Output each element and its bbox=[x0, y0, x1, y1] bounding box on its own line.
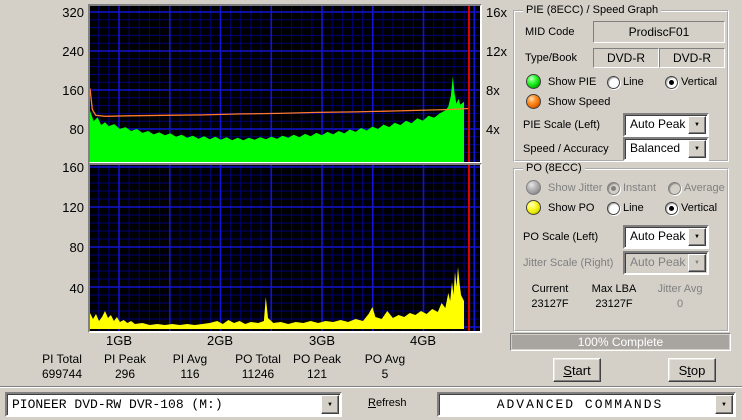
jitter-instant-label: Instant bbox=[623, 182, 657, 194]
show-pie-led-icon[interactable] bbox=[526, 74, 541, 89]
po-scale-dropdown-arrow-icon[interactable]: ▼ bbox=[688, 228, 706, 246]
po-ytick-80: 80 bbox=[69, 240, 84, 255]
show-speed-led-icon[interactable] bbox=[526, 94, 541, 109]
pie-speed-graph bbox=[88, 4, 482, 164]
start-button[interactable]: Start bbox=[553, 358, 601, 382]
stat-po-avg-value: 5 bbox=[381, 367, 389, 381]
advanced-commands-dropdown-arrow-icon[interactable]: ▼ bbox=[715, 395, 733, 414]
po-groupbox-title: PO (8ECC) bbox=[523, 162, 585, 174]
max-lba-label: Max LBA bbox=[591, 283, 637, 295]
drive-select-dropdown[interactable]: PIONEER DVD-RW DVR-108 (M:) ▼ bbox=[5, 392, 342, 417]
po-graph-canvas bbox=[90, 165, 480, 331]
pie-scale-dropdown-arrow-icon[interactable]: ▼ bbox=[688, 116, 706, 134]
pie-groupbox-title: PIE (8ECC) / Speed Graph bbox=[523, 4, 662, 16]
jitter-avg-value: 0 bbox=[676, 298, 684, 310]
jitter-scale-label: Jitter Scale (Right) bbox=[523, 257, 614, 269]
pie-scale-dropdown[interactable]: Auto Peak ▼ bbox=[623, 113, 709, 137]
pie-ytick-80: 80 bbox=[69, 122, 84, 137]
xtick-2gb: 2GB bbox=[206, 333, 233, 348]
show-jitter-led-icon bbox=[526, 180, 541, 195]
advanced-commands-dropdown[interactable]: ADVANCED COMMANDS ▼ bbox=[437, 392, 736, 417]
pie-ytick-320: 320 bbox=[62, 5, 84, 20]
show-po-label: Show PO bbox=[548, 202, 595, 214]
po-vertical-radio[interactable] bbox=[665, 202, 678, 215]
speed-accuracy-dropdown-arrow-icon[interactable]: ▼ bbox=[688, 140, 706, 158]
stat-po-avg-label: PO Avg bbox=[364, 352, 406, 366]
mid-code-label: MID Code bbox=[525, 26, 575, 38]
current-label: Current bbox=[531, 283, 569, 295]
jitter-instant-radio bbox=[607, 182, 620, 195]
po-scale-dropdown[interactable]: Auto Peak ▼ bbox=[623, 225, 709, 249]
current-value: 23127F bbox=[531, 298, 569, 310]
max-lba-value: 23127F bbox=[595, 298, 633, 310]
disc-quality-app-window: { "chart_data": { "xticks": ["1GB", "2GB… bbox=[0, 0, 742, 420]
xtick-3gb: 3GB bbox=[308, 333, 335, 348]
xtick-1gb: 1GB bbox=[105, 333, 132, 348]
po-scale-label: PO Scale (Left) bbox=[523, 231, 599, 243]
speed-ytick-12x: 12x bbox=[486, 44, 507, 59]
po-line-radio[interactable] bbox=[607, 202, 620, 215]
po-vertical-label[interactable]: Vertical bbox=[681, 202, 717, 214]
po-ytick-120: 120 bbox=[62, 200, 84, 215]
po-graph bbox=[88, 163, 482, 333]
speed-accuracy-label: Speed / Accuracy bbox=[523, 143, 609, 155]
jitter-avg-label: Jitter Avg bbox=[657, 283, 703, 295]
drive-select-value: PIONEER DVD-RW DVR-108 (M:) bbox=[12, 397, 223, 412]
jitter-average-label: Average bbox=[684, 182, 725, 194]
pie-vertical-radio[interactable] bbox=[665, 76, 678, 89]
bottom-bar-divider bbox=[0, 386, 742, 388]
refresh-button[interactable]: Refresh bbox=[368, 397, 407, 409]
speed-ytick-8x: 8x bbox=[486, 83, 500, 98]
pie-scale-value: Auto Peak bbox=[630, 117, 686, 131]
pie-ytick-240: 240 bbox=[62, 44, 84, 59]
jitter-scale-dropdown-arrow-icon: ▼ bbox=[688, 254, 706, 272]
jitter-scale-value: Auto Peak bbox=[630, 255, 686, 269]
pie-speed-graph-canvas bbox=[89, 6, 480, 162]
type-book-label: Type/Book bbox=[525, 52, 577, 64]
po-groupbox: PO (8ECC) Show Jitter Instant Average Sh… bbox=[513, 162, 729, 332]
scan-progress-text: 100% Complete bbox=[577, 335, 664, 349]
scan-progress-bar: 100% Complete bbox=[510, 333, 731, 351]
po-ytick-40: 40 bbox=[69, 281, 84, 296]
stop-button[interactable]: St op bbox=[668, 358, 716, 382]
type-value-2-box: DVD-R bbox=[659, 48, 725, 68]
po-line-label[interactable]: Line bbox=[623, 202, 644, 214]
show-jitter-label: Show Jitter bbox=[548, 182, 603, 194]
pie-speed-groupbox: PIE (8ECC) / Speed Graph MID Code Prodis… bbox=[513, 4, 729, 162]
xtick-4gb: 4GB bbox=[409, 333, 436, 348]
pie-line-radio[interactable] bbox=[607, 76, 620, 89]
pie-vertical-label[interactable]: Vertical bbox=[681, 76, 717, 88]
jitter-average-radio bbox=[668, 182, 681, 195]
jitter-scale-dropdown: Auto Peak ▼ bbox=[623, 251, 709, 275]
pie-ytick-160: 160 bbox=[62, 83, 84, 98]
speed-ytick-4x: 4x bbox=[486, 122, 500, 137]
advanced-commands-value: ADVANCED COMMANDS bbox=[496, 397, 664, 412]
show-pie-label: Show PIE bbox=[548, 76, 597, 88]
speed-accuracy-dropdown[interactable]: Balanced ▼ bbox=[623, 137, 709, 161]
mid-code-value-box: ProdiscF01 bbox=[593, 21, 725, 43]
pie-line-label[interactable]: Line bbox=[623, 76, 644, 88]
speed-ytick-16x: 16x bbox=[486, 5, 507, 20]
show-speed-label: Show Speed bbox=[548, 96, 611, 108]
pie-scale-label: PIE Scale (Left) bbox=[523, 119, 601, 131]
show-po-led-icon[interactable] bbox=[526, 200, 541, 215]
type-value-1-box: DVD-R bbox=[593, 48, 659, 68]
po-ytick-160: 160 bbox=[62, 160, 84, 175]
speed-accuracy-value: Balanced bbox=[630, 141, 681, 155]
drive-select-dropdown-arrow-icon[interactable]: ▼ bbox=[321, 395, 339, 414]
po-scale-value: Auto Peak bbox=[630, 229, 686, 243]
